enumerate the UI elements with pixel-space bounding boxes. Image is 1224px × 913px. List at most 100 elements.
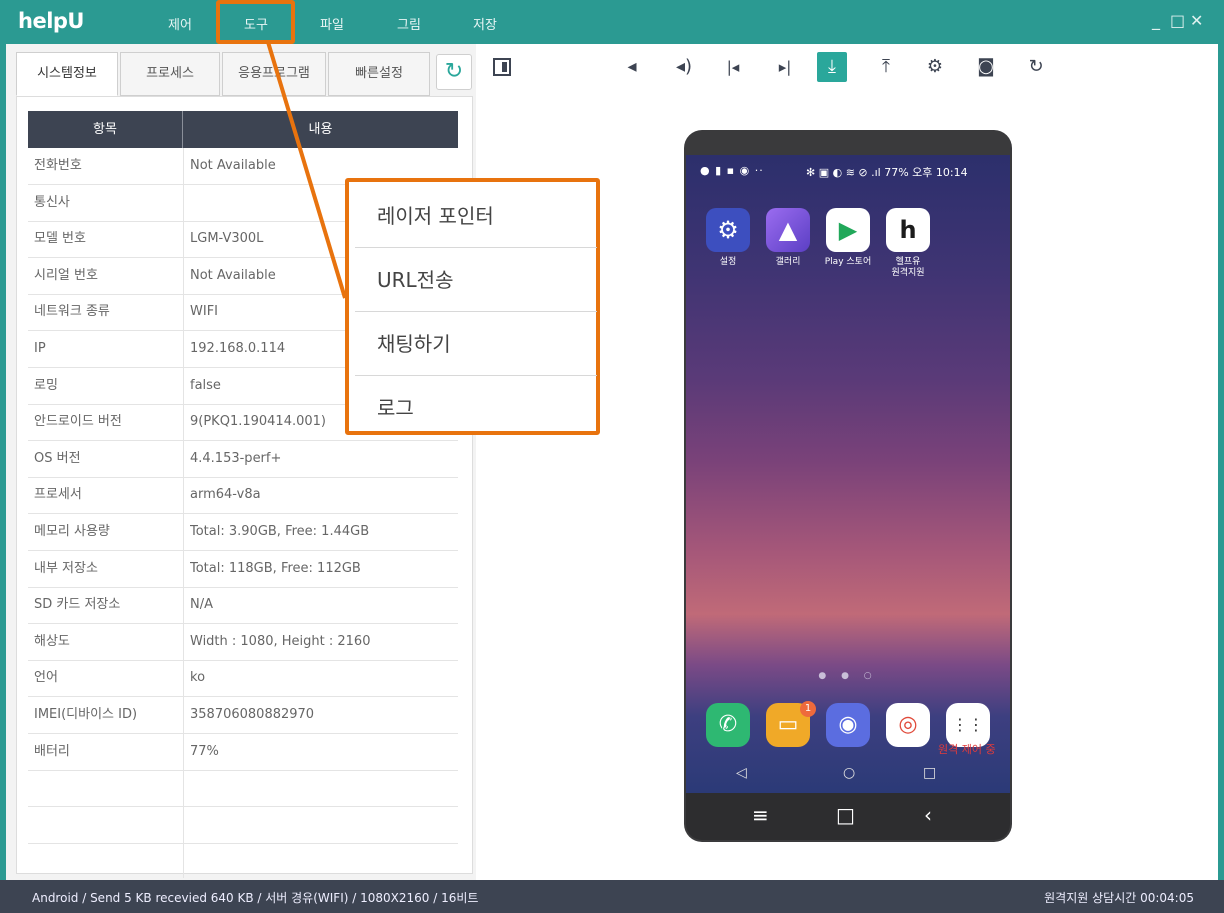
play-store-icon[interactable]: ▶ xyxy=(826,208,870,252)
tab-system-info[interactable]: 시스템정보 xyxy=(16,52,118,96)
volume-up-icon[interactable]: ◂) xyxy=(669,52,699,82)
download-icon[interactable]: ⤓ xyxy=(817,52,847,82)
table-row-empty xyxy=(28,770,458,808)
row-item-value: 358706080882970 xyxy=(190,707,315,722)
camera-icon[interactable]: ◙ xyxy=(971,52,1001,82)
row-item-label: 프로세서 xyxy=(34,487,82,503)
row-item-value: arm64-v8a xyxy=(190,487,261,503)
column-header-item: 항목 xyxy=(28,111,183,148)
row-item-label: 안드로이드 버전 xyxy=(34,414,122,430)
play-store-label: Play 스토어 xyxy=(824,257,872,267)
tab-process[interactable]: 프로세스 xyxy=(120,52,220,96)
tools-dropdown-menu: 레이저 포인터 URL전송 채팅하기 로그 xyxy=(345,178,600,435)
tab-applications[interactable]: 응용프로그램 xyxy=(222,52,326,96)
table-row: IMEI(디바이스 ID) 358706080882970 xyxy=(28,697,458,734)
soft-back-icon[interactable]: ◁ xyxy=(736,765,747,781)
row-item-label: IP xyxy=(34,341,46,356)
device-toolbar xyxy=(480,44,1218,96)
menu-draw[interactable]: 그림 xyxy=(397,14,421,33)
volume-down-icon[interactable]: ◂ xyxy=(617,52,647,82)
row-item-label: 모델 번호 xyxy=(34,231,86,247)
menu-file[interactable]: 파일 xyxy=(320,14,344,33)
helpu-app-icon[interactable]: h xyxy=(886,208,930,252)
connection-info: Android / Send 5 KB recevied 640 KB / 서버… xyxy=(32,891,479,905)
camera-app-icon[interactable]: ◉ xyxy=(826,703,870,747)
row-item-value: 4.4.153-perf+ xyxy=(190,450,282,466)
settings-app-label: 설정 xyxy=(719,257,737,267)
menu-control[interactable]: 제어 xyxy=(168,14,192,33)
row-item-value: Total: 3.90GB, Free: 1.44GB xyxy=(190,524,370,539)
row-item-label: IMEI(디바이스 ID) xyxy=(34,707,138,722)
table-row: 해상도 Width : 1080, Height : 2160 xyxy=(28,624,458,661)
table-row: OS 버전 4.4.153-perf+ xyxy=(28,441,458,478)
tools-menu-highlight xyxy=(216,0,295,44)
row-item-label: 네트워크 종류 xyxy=(34,304,110,320)
row-item-label: 해상도 xyxy=(34,633,70,649)
remote-control-label: 원격 제어 중 xyxy=(938,743,996,756)
table-row: 언어 ko xyxy=(28,660,458,698)
session-timer: 원격지원 상담시간 00:04:05 xyxy=(1044,891,1194,905)
menu-item-log[interactable]: 로그 xyxy=(355,376,597,440)
settings-app-icon[interactable]: ⚙ xyxy=(706,208,750,252)
menu-item-laser-pointer[interactable]: 레이저 포인터 xyxy=(355,184,597,248)
row-item-value: Total: 118GB, Free: 112GB xyxy=(190,560,361,576)
phone-nav-bar: ≡ □ ‹ xyxy=(686,793,1010,840)
row-item-label: 메모리 사용량 xyxy=(34,524,110,539)
menu-save[interactable]: 저장 xyxy=(473,14,497,33)
row-item-label: SD 카드 저장소 xyxy=(34,597,121,613)
title-bar: helpU 제어 도구 파일 그림 저장 _ □ ✕ xyxy=(0,0,1224,44)
row-item-label: 배터리 xyxy=(34,743,70,759)
helpu-app-label: 헬프유 원격지원 xyxy=(891,257,925,278)
back-chevron-icon[interactable]: ‹ xyxy=(924,803,932,827)
phone-status-bar: ● ▮ ▪ ◉ ·· ✻ ▣ ◐ ≋ ⊘ .ıl 77% 오후 10:14 xyxy=(686,155,1010,189)
table-row: 배터리 77% xyxy=(28,734,458,771)
panel-toggle-icon[interactable] xyxy=(493,58,511,76)
home-square-icon[interactable]: □ xyxy=(836,803,855,827)
table-row: 메모리 사용량 Total: 3.90GB, Free: 1.44GB xyxy=(28,514,458,551)
close-button[interactable]: ✕ xyxy=(1190,11,1203,30)
gallery-app-label: 갤러리 xyxy=(775,257,801,267)
row-item-label: 전화번호 xyxy=(34,158,82,173)
table-header: 항목 내용 xyxy=(28,111,458,148)
gallery-app-icon[interactable]: ▲ xyxy=(766,208,810,252)
row-item-value: 77% xyxy=(190,743,219,759)
menu-item-send-url[interactable]: URL전송 xyxy=(355,248,597,312)
page-indicator: ● ● ○ xyxy=(818,671,878,681)
status-indicators: ✻ ▣ ◐ ≋ ⊘ .ıl 77% 오후 10:14 xyxy=(806,166,968,179)
settings-icon[interactable]: ⚙ xyxy=(920,52,950,82)
minimize-button[interactable]: _ xyxy=(1152,11,1160,30)
soft-home-icon[interactable]: ○ xyxy=(843,765,855,781)
status-time: 77% 오후 10:14 xyxy=(884,166,968,179)
table-row-empty xyxy=(28,807,458,844)
tab-quick-settings[interactable]: 빠른설정 xyxy=(328,52,430,96)
phone-app-icon[interactable]: ✆ xyxy=(706,703,750,747)
menu-hamburger-icon[interactable]: ≡ xyxy=(752,803,769,827)
soft-recents-icon[interactable]: □ xyxy=(923,765,936,781)
skip-forward-icon[interactable]: ▸| xyxy=(770,52,800,82)
row-item-label: OS 버전 xyxy=(34,450,81,466)
row-item-label: 시리얼 번호 xyxy=(34,267,98,283)
maximize-button[interactable]: □ xyxy=(1170,11,1185,30)
notification-badge: 1 xyxy=(800,701,816,717)
skip-back-icon[interactable]: |◂ xyxy=(718,52,748,82)
row-item-value: N/A xyxy=(190,597,213,613)
bottom-status-bar: Android / Send 5 KB recevied 640 KB / 서버… xyxy=(0,880,1224,913)
row-item-label: 로밍 xyxy=(34,377,58,393)
chrome-app-icon[interactable]: ◎ xyxy=(886,703,930,747)
upload-icon[interactable]: ⤒ xyxy=(871,52,901,82)
row-item-value: ko xyxy=(190,670,206,686)
refresh-button[interactable]: ↻ xyxy=(436,54,472,90)
phone-screen[interactable]: ● ▮ ▪ ◉ ·· ✻ ▣ ◐ ≋ ⊘ .ıl 77% 오후 10:14 ⚙ … xyxy=(686,155,1010,793)
table-row: SD 카드 저장소 N/A xyxy=(28,587,458,625)
row-item-value: Width : 1080, Height : 2160 xyxy=(190,633,371,649)
menu-item-chat[interactable]: 채팅하기 xyxy=(355,312,597,376)
app-logo: helpU xyxy=(18,9,84,33)
table-row: 내부 저장소 Total: 118GB, Free: 112GB xyxy=(28,551,458,588)
notification-icons: ● ▮ ▪ ◉ ·· xyxy=(700,164,764,177)
column-header-value: 내용 xyxy=(308,122,333,137)
table-row: 프로세서 arm64-v8a xyxy=(28,477,458,515)
row-item-label: 통신사 xyxy=(34,194,70,210)
rotate-icon[interactable]: ↻ xyxy=(1021,52,1051,82)
refresh-icon: ↻ xyxy=(444,59,464,84)
row-item-label: 내부 저장소 xyxy=(34,560,98,576)
